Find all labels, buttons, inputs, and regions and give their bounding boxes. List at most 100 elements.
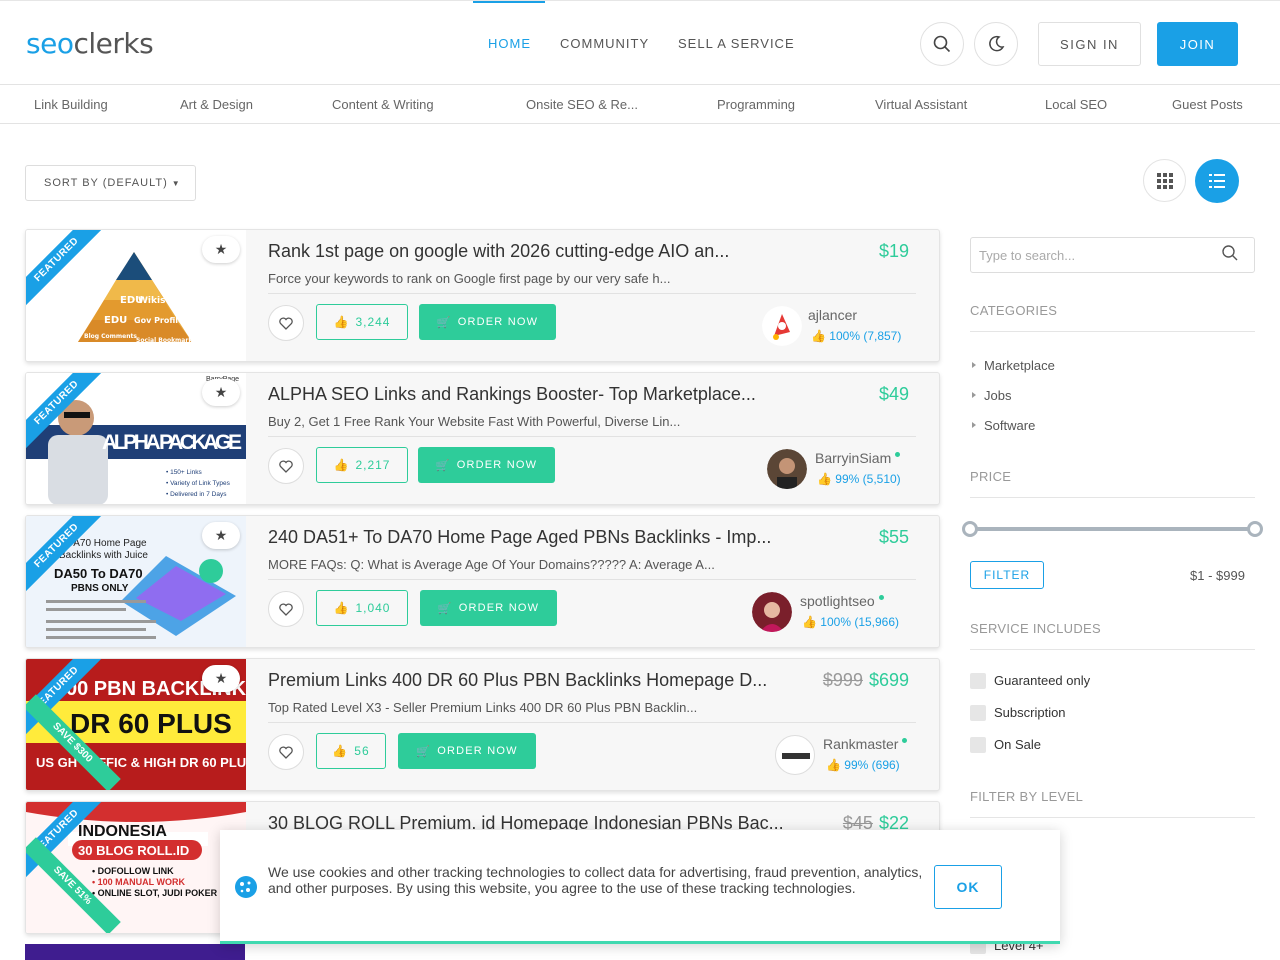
heart-icon — [279, 316, 293, 330]
category-bar: Link Building Art & Design Content & Wri… — [0, 85, 1280, 124]
thumb-text: Blog Comments — [84, 333, 137, 340]
listing-price: $55 — [878, 527, 909, 547]
thumbs-up-icon: 👍 — [333, 458, 350, 472]
thumbs-up-icon: 👍 — [802, 615, 817, 629]
sidebar-category-software[interactable]: Software — [971, 418, 1035, 433]
price-slider-track[interactable] — [970, 527, 1255, 531]
favorite-star-button[interactable]: ★ — [202, 665, 240, 692]
nav-sell-a-service[interactable]: SELL A SERVICE — [678, 36, 795, 51]
category-link-building[interactable]: Link Building — [34, 97, 108, 112]
seller-name[interactable]: BarryinSiam — [815, 450, 901, 466]
search-button[interactable] — [920, 22, 964, 66]
seller-rating: 👍 99% (696) — [826, 758, 900, 772]
seller-rating: 👍 100% (15,966) — [802, 615, 900, 629]
sidebar-category-jobs[interactable]: Jobs — [971, 388, 1011, 403]
category-onsite-seo[interactable]: Onsite SEO & Re... — [526, 97, 638, 112]
cart-icon: 🛒 — [435, 459, 451, 472]
grid-view-button[interactable] — [1143, 159, 1186, 202]
divider — [970, 649, 1255, 650]
filter-button[interactable]: FILTER — [970, 561, 1044, 589]
favorite-star-button[interactable]: ★ — [202, 236, 240, 263]
seller-avatar[interactable] — [752, 592, 792, 632]
thumbs-up-icon: 👍 — [332, 744, 349, 758]
cookie-ok-button[interactable]: OK — [934, 865, 1002, 909]
order-now-button[interactable]: 🛒 ORDER NOW — [398, 733, 536, 769]
cookie-consent-banner: We use cookies and other tracking techno… — [220, 830, 1060, 944]
logo[interactable]: seoclerks — [26, 27, 154, 60]
price-slider-max-handle[interactable] — [1247, 521, 1263, 537]
seller-name[interactable]: ajlancer — [808, 307, 857, 323]
listing-card[interactable]: 00 PBN BACKLINKS DR 60 PLUS US GH TRFFIC… — [25, 658, 940, 791]
like-heart-button[interactable] — [268, 591, 304, 627]
on-sale-checkbox[interactable] — [970, 737, 986, 753]
listing-title[interactable]: 240 DA51+ To DA70 Home Page Aged PBNs Ba… — [268, 527, 771, 548]
old-price: $999 — [822, 670, 863, 690]
order-now-button[interactable]: 🛒 ORDER NOW — [418, 447, 555, 483]
guaranteed-checkbox[interactable] — [970, 673, 986, 689]
listing-thumbnail[interactable]: ALPHA PACKAGE BarryPage • 150+ Links • V… — [26, 373, 246, 504]
subscription-checkbox[interactable] — [970, 705, 986, 721]
seller-rating: 👍 99% (5,510) — [817, 472, 901, 486]
listing-thumbnail[interactable]: 00 PBN BACKLINKS DR 60 PLUS US GH TRFFIC… — [26, 659, 246, 790]
listing-card[interactable]: DA70 Home Page Ns Backlinks with Juice D… — [25, 515, 940, 648]
listing-thumbnail[interactable]: INDONESIA 30 BLOG ROLL.ID • DOFOLLOW LIN… — [26, 802, 246, 933]
thumb-text: Social Bookmarking — [136, 337, 203, 344]
thumbs-up-count[interactable]: 👍 56 — [316, 733, 386, 769]
cart-icon: 🛒 — [416, 745, 432, 758]
category-art-design[interactable]: Art & Design — [180, 97, 253, 112]
like-heart-button[interactable] — [268, 448, 304, 484]
seller-rating: 👍 100% (7,857) — [811, 329, 902, 343]
thumbs-up-count[interactable]: 👍 1,040 — [316, 590, 408, 626]
thumbs-up-count[interactable]: 👍 3,244 — [316, 304, 408, 340]
seller-avatar[interactable] — [762, 306, 802, 346]
like-heart-button[interactable] — [268, 305, 304, 341]
on-sale-label: On Sale — [994, 737, 1041, 752]
price-slider-min-handle[interactable] — [962, 521, 978, 537]
listing-title[interactable]: Premium Links 400 DR 60 Plus PBN Backlin… — [268, 670, 767, 691]
listing-title[interactable]: ALPHA SEO Links and Rankings Booster- To… — [268, 384, 756, 405]
seller-name[interactable]: Rankmaster — [823, 736, 908, 752]
nav-active-indicator — [473, 1, 545, 3]
seller-avatar[interactable] — [775, 735, 815, 775]
thumb-text: DA50 To DA70 — [54, 566, 143, 581]
divider — [970, 817, 1255, 818]
thumbs-up-count[interactable]: 👍 2,217 — [316, 447, 408, 483]
nav-community[interactable]: COMMUNITY — [560, 36, 649, 51]
dark-mode-toggle[interactable] — [974, 22, 1018, 66]
like-heart-button[interactable] — [268, 734, 304, 770]
category-local-seo[interactable]: Local SEO — [1045, 97, 1107, 112]
divider — [268, 722, 916, 723]
favorite-star-button[interactable]: ★ — [202, 522, 240, 549]
divider — [970, 497, 1255, 498]
category-programming[interactable]: Programming — [717, 97, 795, 112]
thumb-text: EDU — [104, 315, 127, 326]
category-content-writing[interactable]: Content & Writing — [332, 97, 434, 112]
sign-in-button[interactable]: SIGN IN — [1038, 22, 1141, 66]
search-icon[interactable] — [1222, 245, 1238, 261]
list-view-button[interactable] — [1195, 159, 1239, 203]
join-button[interactable]: JOIN — [1157, 22, 1238, 66]
cookie-icon — [235, 876, 257, 898]
category-guest-posts[interactable]: Guest Posts — [1172, 97, 1243, 112]
sidebar-category-marketplace[interactable]: Marketplace — [972, 358, 1055, 373]
seller-name[interactable]: spotlightseo — [800, 593, 884, 609]
listing-card[interactable]: EDU Wikis EDU Gov Profiles Blog Comments… — [25, 229, 940, 362]
caret-down-icon: ▼ — [171, 178, 181, 188]
sidebar-search-input[interactable]: Type to search... — [970, 237, 1255, 273]
moon-icon — [989, 35, 1005, 52]
star-icon: ★ — [214, 384, 228, 400]
nav-home[interactable]: HOME — [488, 36, 531, 51]
listing-card[interactable]: ALPHA PACKAGE BarryPage • 150+ Links • V… — [25, 372, 940, 505]
listing-thumbnail[interactable]: EDU Wikis EDU Gov Profiles Blog Comments… — [26, 230, 246, 361]
category-virtual-assistant[interactable]: Virtual Assistant — [875, 97, 967, 112]
subscription-label: Subscription — [994, 705, 1066, 720]
thumb-text: • 150+ Links — [166, 469, 202, 476]
listing-thumbnail[interactable]: DA70 Home Page Ns Backlinks with Juice D… — [26, 516, 246, 647]
order-now-button[interactable]: 🛒 ORDER NOW — [419, 304, 556, 340]
favorite-star-button[interactable]: ★ — [202, 379, 240, 406]
listing-title[interactable]: Rank 1st page on google with 2026 cuttin… — [268, 241, 729, 262]
sort-dropdown[interactable]: SORT BY (DEFAULT) ▼ — [25, 165, 196, 201]
listing-description: MORE FAQs: Q: What is Average Age Of You… — [268, 557, 715, 572]
seller-avatar[interactable] — [767, 449, 807, 489]
order-now-button[interactable]: 🛒 ORDER NOW — [420, 590, 557, 626]
